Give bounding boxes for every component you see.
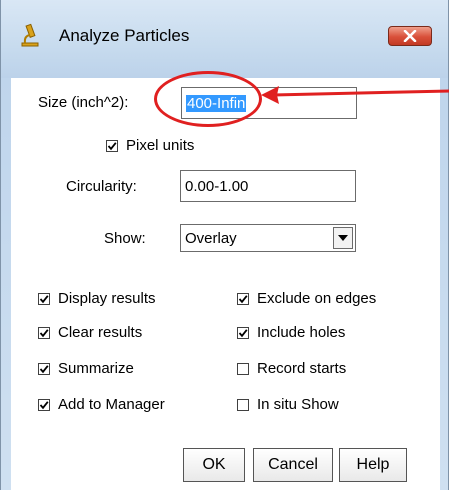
add-to-manager-checkbox[interactable]: Add to Manager xyxy=(38,396,165,413)
size-label: Size (inch^2): xyxy=(38,94,129,111)
include-holes-checkbox[interactable]: Include holes xyxy=(237,324,345,341)
pixel-units-label: Pixel units xyxy=(126,137,195,154)
clear-results-checkbox[interactable]: Clear results xyxy=(38,324,142,341)
close-button[interactable] xyxy=(388,26,432,46)
show-dropdown-value: Overlay xyxy=(185,229,237,247)
include-holes-label: Include holes xyxy=(257,324,346,341)
exclude-on-edges-label: Exclude on edges xyxy=(257,290,377,307)
circularity-value: 0.00-1.00 xyxy=(185,177,249,195)
ok-button[interactable]: OK xyxy=(183,448,245,482)
summarize-checkbox-box[interactable] xyxy=(38,362,50,375)
window-frame-left xyxy=(1,78,11,490)
microscope-icon xyxy=(21,23,39,47)
record-starts-checkbox[interactable]: Record starts xyxy=(237,360,346,377)
dropdown-arrow-button[interactable] xyxy=(333,227,353,249)
clear-results-label: Clear results xyxy=(58,324,143,341)
help-button[interactable]: Help xyxy=(339,448,407,482)
pixel-units-checkbox-box[interactable] xyxy=(106,139,118,152)
close-icon xyxy=(403,30,417,42)
add-to-manager-checkbox-box[interactable] xyxy=(38,398,50,411)
include-holes-checkbox-box[interactable] xyxy=(237,326,249,339)
title-bar[interactable]: Analyze Particles xyxy=(1,0,448,78)
display-results-label: Display results xyxy=(58,290,156,307)
in-situ-show-checkbox[interactable]: In situ Show xyxy=(237,396,339,413)
exclude-on-edges-checkbox[interactable]: Exclude on edges xyxy=(237,290,376,307)
in-situ-show-checkbox-box[interactable] xyxy=(237,398,249,411)
window-title: Analyze Particles xyxy=(59,26,190,45)
chevron-down-icon xyxy=(338,235,348,241)
show-label: Show: xyxy=(104,230,146,247)
record-starts-label: Record starts xyxy=(257,360,347,377)
exclude-on-edges-checkbox-box[interactable] xyxy=(237,292,249,305)
in-situ-show-label: In situ Show xyxy=(257,396,339,413)
circularity-label: Circularity: xyxy=(66,178,137,195)
clear-results-checkbox-box[interactable] xyxy=(38,326,50,339)
pixel-units-checkbox[interactable]: Pixel units xyxy=(106,137,194,154)
display-results-checkbox-box[interactable] xyxy=(38,292,50,305)
show-dropdown[interactable]: Overlay xyxy=(180,224,356,252)
summarize-label: Summarize xyxy=(58,360,134,377)
summarize-checkbox[interactable]: Summarize xyxy=(38,360,134,377)
analyze-particles-dialog: Analyze Particles Size (inch^2): 400-Inf… xyxy=(0,0,449,490)
display-results-checkbox[interactable]: Display results xyxy=(38,290,156,307)
cancel-button[interactable]: Cancel xyxy=(253,448,333,482)
circularity-input[interactable]: 0.00-1.00 xyxy=(180,170,356,202)
record-starts-checkbox-box[interactable] xyxy=(237,362,249,375)
add-to-manager-label: Add to Manager xyxy=(58,396,165,413)
annotation-arrow xyxy=(261,86,449,104)
annotation-circle xyxy=(154,71,262,127)
dialog-body: Size (inch^2): 400-Infin Pixel units Cir… xyxy=(11,78,440,490)
